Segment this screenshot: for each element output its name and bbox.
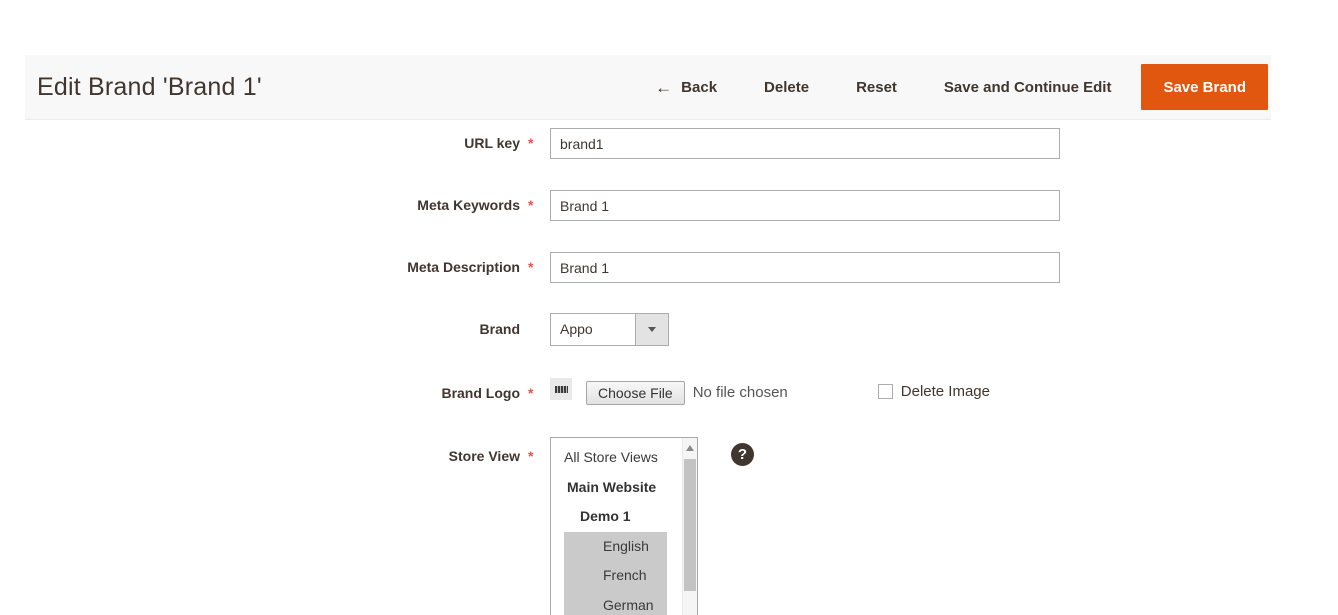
header-action-links: ← Back Delete Reset Save and Continue Ed…: [655, 79, 1111, 96]
page-header: Edit Brand 'Brand 1' ← Back Delete Reset…: [25, 55, 1271, 120]
store-view-row: Store View * All Store Views Main Websit…: [0, 437, 1338, 615]
url-key-label: URL key: [0, 128, 520, 159]
delete-button[interactable]: Delete: [764, 79, 809, 96]
option-main-website[interactable]: Main Website: [551, 473, 697, 503]
required-marker: *: [520, 190, 550, 221]
required-marker: *: [520, 128, 550, 159]
brand-select[interactable]: Appo: [550, 313, 669, 346]
url-key-row: URL key *: [0, 128, 1338, 159]
store-view-multiselect[interactable]: All Store Views Main Website Demo 1 Engl…: [550, 437, 698, 615]
selected-options-block: English French German: [564, 532, 667, 615]
url-key-input[interactable]: [550, 128, 1060, 159]
header-actions: ← Back Delete Reset Save and Continue Ed…: [655, 64, 1268, 110]
delete-image-checkbox[interactable]: [878, 384, 893, 399]
option-english[interactable]: English: [564, 532, 667, 562]
meta-keywords-row: Meta Keywords *: [0, 190, 1338, 221]
listbox-scrollbar[interactable]: [682, 438, 697, 615]
scroll-up-button[interactable]: [683, 438, 697, 457]
back-button[interactable]: ← Back: [655, 79, 717, 96]
required-marker: *: [520, 437, 550, 464]
brand-logo-thumbnail-image: [555, 386, 568, 393]
save-and-continue-button[interactable]: Save and Continue Edit: [944, 79, 1112, 96]
brand-logo-row: Brand Logo * Choose File No file chosen …: [0, 378, 1338, 405]
option-german[interactable]: German: [564, 591, 667, 615]
brand-select-value: Appo: [551, 314, 635, 345]
store-view-option-list: All Store Views Main Website Demo 1 Engl…: [551, 438, 697, 615]
reset-button[interactable]: Reset: [856, 79, 897, 96]
meta-description-input[interactable]: [550, 252, 1060, 283]
brand-logo-thumbnail: [550, 378, 572, 400]
brand-select-arrow-button[interactable]: [635, 314, 668, 345]
no-file-chosen-text: No file chosen: [693, 381, 788, 405]
meta-keywords-label: Meta Keywords: [0, 190, 520, 221]
option-demo-1[interactable]: Demo 1: [551, 502, 697, 532]
store-view-label: Store View: [0, 437, 520, 464]
back-arrow-icon: ←: [655, 79, 672, 96]
meta-description-row: Meta Description *: [0, 252, 1338, 283]
delete-image-label: Delete Image: [901, 383, 990, 400]
arrow-up-icon: [686, 445, 694, 451]
save-brand-button[interactable]: Save Brand: [1141, 64, 1268, 110]
option-all-store-views[interactable]: All Store Views: [551, 443, 697, 473]
brand-row: Brand Appo: [0, 313, 1338, 346]
page-title: Edit Brand 'Brand 1': [37, 73, 262, 102]
back-button-label: Back: [681, 79, 717, 96]
delete-image-option[interactable]: Delete Image: [878, 383, 990, 400]
brand-logo-label: Brand Logo: [0, 378, 520, 404]
required-marker: *: [520, 252, 550, 283]
help-icon[interactable]: ?: [731, 443, 754, 466]
meta-keywords-input[interactable]: [550, 190, 1060, 221]
brand-label: Brand: [0, 313, 520, 346]
meta-description-label: Meta Description: [0, 252, 520, 283]
choose-file-button[interactable]: Choose File: [586, 381, 685, 405]
option-french[interactable]: French: [564, 561, 667, 591]
chevron-down-icon: [648, 327, 656, 332]
scrollbar-thumb[interactable]: [684, 459, 696, 591]
required-marker: *: [520, 378, 550, 404]
